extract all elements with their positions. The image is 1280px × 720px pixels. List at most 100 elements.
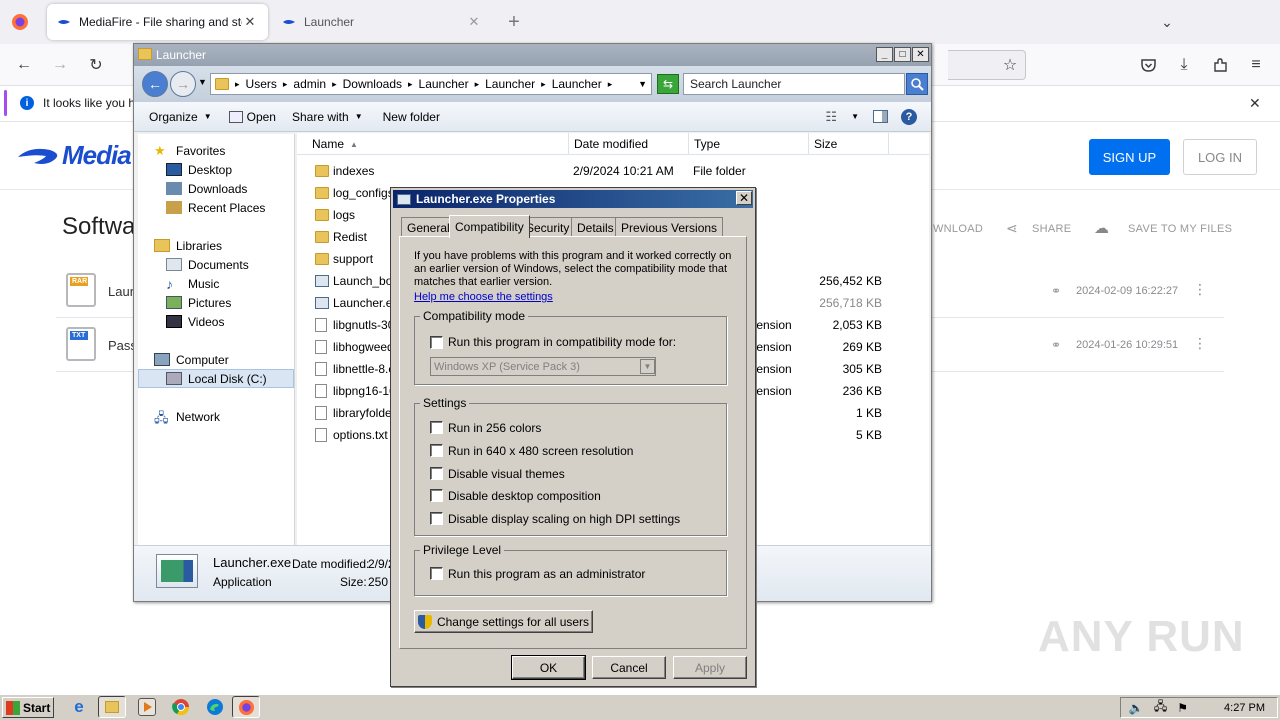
file-name[interactable]: support [333, 252, 373, 266]
open-button[interactable]: Open [247, 110, 276, 124]
close-tab-icon[interactable]: ✕ [242, 14, 258, 30]
compat-mode-checkbox[interactable] [430, 336, 443, 349]
nav-item-downloads[interactable]: Downloads [166, 179, 247, 198]
mediafire-logo-text[interactable]: Media [62, 140, 132, 171]
nav-favorites[interactable]: ★ Favorites [154, 141, 225, 160]
start-button[interactable]: Start [2, 697, 54, 718]
recent-pages-icon[interactable]: ▼ [198, 77, 207, 87]
action-center-flag-icon[interactable]: ⚑ [1177, 701, 1188, 715]
nav-item-pictures[interactable]: Pictures [166, 293, 231, 312]
forward-arrow-icon[interactable]: → [170, 71, 196, 97]
file-name[interactable]: Launcher.ex [333, 296, 398, 310]
tab-general[interactable]: General [401, 217, 456, 237]
back-arrow-icon[interactable]: ← [142, 71, 168, 97]
volume-icon[interactable]: 🔈 [1129, 701, 1144, 715]
nav-item-recent-places[interactable]: Recent Places [166, 198, 265, 217]
media-player-icon[interactable] [138, 698, 156, 716]
downloads-icon[interactable]: ⤓ [1170, 51, 1198, 79]
nav-item-local-disk[interactable]: Local Disk (C:) [138, 369, 294, 388]
back-arrow-icon[interactable]: ← [10, 51, 38, 79]
internet-explorer-icon[interactable]: e [70, 698, 88, 716]
file-name[interactable]: indexes [333, 164, 374, 178]
close-notification-icon[interactable]: ✕ [1249, 95, 1261, 112]
search-icon[interactable] [906, 73, 928, 95]
nav-computer[interactable]: Computer [154, 350, 229, 369]
chevron-down-icon[interactable]: ▼ [640, 359, 655, 374]
breadcrumb-item[interactable]: Launcher [485, 77, 535, 91]
breadcrumb-item[interactable]: Launcher [419, 77, 469, 91]
link-icon[interactable]: ⚭ [1051, 284, 1061, 298]
nav-item-documents[interactable]: Documents [166, 255, 249, 274]
bookmark-star-icon[interactable]: ☆ [996, 51, 1024, 79]
column-type[interactable]: Type [689, 133, 809, 155]
disable-visual-themes-checkbox[interactable] [430, 467, 443, 480]
search-input[interactable]: Search Launcher [683, 73, 905, 95]
sign-up-button[interactable]: SIGN UP [1089, 139, 1170, 175]
nav-item-videos[interactable]: Videos [166, 312, 224, 331]
breadcrumb-item[interactable]: Downloads [343, 77, 402, 91]
disable-visual-themes-label[interactable]: Disable visual themes [448, 467, 565, 481]
download-action[interactable]: WNLOAD [933, 223, 983, 235]
extensions-icon[interactable] [1206, 51, 1234, 79]
run-256-colors-checkbox[interactable] [430, 421, 443, 434]
disable-dpi-scaling-label[interactable]: Disable display scaling on high DPI sett… [448, 512, 680, 526]
chevron-down-icon[interactable]: ▼ [851, 112, 859, 121]
file-name[interactable]: libpng16-16 [333, 384, 396, 398]
file-name[interactable]: Redist [333, 230, 367, 244]
hamburger-menu-icon[interactable]: ≡ [1242, 51, 1270, 79]
run-256-colors-label[interactable]: Run in 256 colors [448, 421, 541, 435]
firefox-menu-icon[interactable] [6, 8, 34, 36]
preview-pane-icon[interactable] [873, 110, 888, 123]
refresh-icon[interactable]: ⇆ [657, 74, 679, 94]
forward-arrow-icon[interactable]: → [46, 51, 74, 79]
dialog-close-button[interactable]: ✕ [736, 191, 752, 205]
disable-desktop-composition-label[interactable]: Disable desktop composition [448, 489, 601, 503]
run-640x480-label[interactable]: Run in 640 x 480 screen resolution [448, 444, 633, 458]
mediafire-logo-icon[interactable] [16, 146, 62, 171]
run-as-admin-label[interactable]: Run this program as an administrator [448, 567, 645, 581]
chrome-icon[interactable] [172, 698, 190, 716]
explorer-title-bar[interactable]: Launcher _ □ ✕ [134, 44, 931, 66]
firefox-taskbar-button[interactable] [232, 696, 260, 718]
breadcrumb-item[interactable]: admin [293, 77, 326, 91]
log-in-button[interactable]: LOG IN [1183, 139, 1257, 175]
clock[interactable]: 4:27 PM [1224, 702, 1265, 714]
nav-item-desktop[interactable]: Desktop [166, 160, 232, 179]
organize-button[interactable]: Organize [149, 110, 198, 124]
chevron-down-icon[interactable]: ▼ [204, 112, 212, 121]
share-action[interactable]: SHARE [1032, 223, 1071, 235]
dialog-title-bar[interactable]: Launcher.exe Properties [393, 190, 753, 208]
close-tab-icon[interactable]: ✕ [466, 14, 482, 30]
compat-mode-label[interactable]: Run this program in compatibility mode f… [448, 335, 676, 349]
file-name[interactable]: libhogweed- [333, 340, 398, 354]
reload-icon[interactable]: ↻ [82, 51, 110, 79]
new-folder-button[interactable]: New folder [383, 110, 440, 124]
tab-details[interactable]: Details [571, 217, 620, 237]
share-with-button[interactable]: Share with [292, 110, 349, 124]
breadcrumb-item[interactable]: Users [246, 77, 277, 91]
tab-launcher[interactable]: Launcher ✕ [272, 4, 492, 40]
file-name[interactable]: options.txt [333, 428, 388, 442]
nav-libraries[interactable]: Libraries [154, 236, 222, 255]
table-row[interactable]: indexes 2/9/2024 10:21 AM File folder [297, 160, 929, 182]
more-options-icon[interactable]: ⋮ [1193, 335, 1207, 352]
compat-os-select[interactable]: Windows XP (Service Pack 3) ▼ [430, 357, 656, 376]
column-name[interactable]: Name ▲ [307, 133, 569, 155]
column-size[interactable]: Size [809, 133, 889, 155]
run-640x480-checkbox[interactable] [430, 444, 443, 457]
save-to-my-files-action[interactable]: SAVE TO MY FILES [1128, 223, 1232, 235]
pocket-icon[interactable] [1134, 51, 1162, 79]
help-choose-settings-link[interactable]: Help me choose the settings [414, 291, 553, 303]
file-name[interactable]: log_configs [333, 186, 394, 200]
tab-previous-versions[interactable]: Previous Versions [615, 217, 724, 237]
change-settings-all-users-button[interactable]: Change settings for all users [414, 610, 593, 633]
file-name[interactable]: logs [333, 208, 355, 222]
column-date-modified[interactable]: Date modified [569, 133, 689, 155]
cloud-save-icon[interactable]: ☁ [1094, 219, 1109, 237]
close-button[interactable]: ✕ [912, 47, 929, 62]
file-name[interactable]: libgnutls-30 [333, 318, 394, 332]
list-all-tabs-icon[interactable]: ⌄ [1153, 8, 1181, 36]
address-dropdown-icon[interactable]: ▼ [638, 79, 647, 89]
share-icon[interactable]: ⋖ [1006, 220, 1018, 237]
tab-mediafire[interactable]: MediaFire - File sharing and storage ✕ [47, 4, 268, 40]
